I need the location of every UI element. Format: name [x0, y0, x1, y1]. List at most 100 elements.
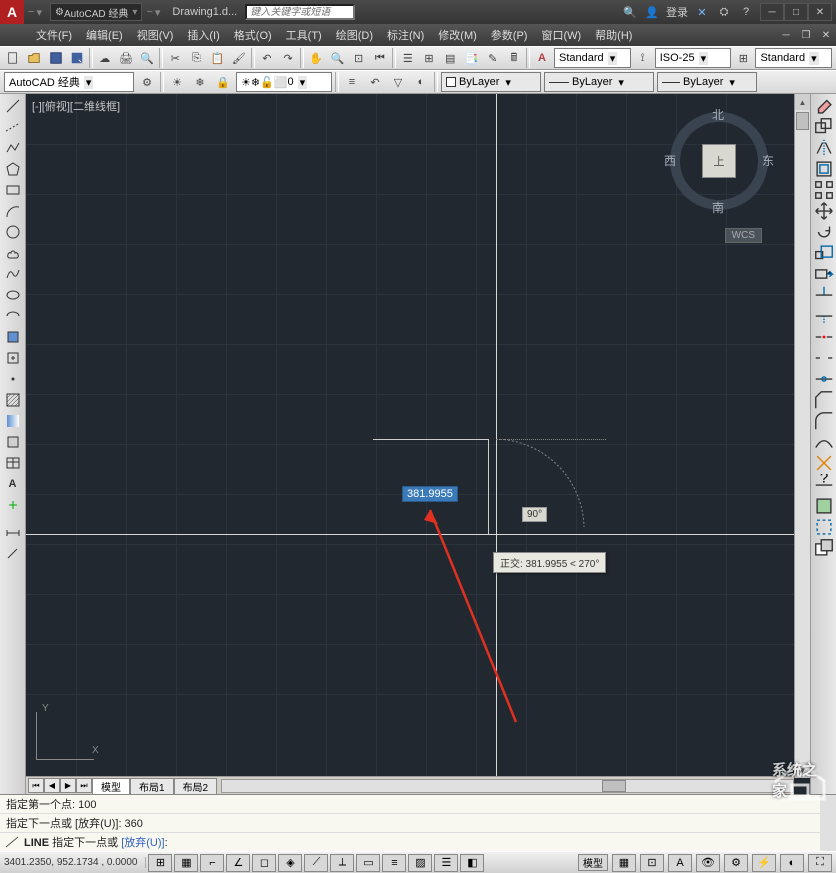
menu-help[interactable]: 帮助(H): [589, 27, 638, 43]
doc-minimize[interactable]: ─: [776, 27, 796, 43]
menu-file[interactable]: 文件(F): [30, 27, 78, 43]
rectangle-tool[interactable]: [2, 180, 24, 200]
revcloud-tool[interactable]: [2, 243, 24, 263]
quickcalc-icon[interactable]: 🖩: [505, 48, 523, 68]
otrack-toggle[interactable]: ⟋: [304, 854, 328, 872]
ws-collapse-icon[interactable]: −: [146, 6, 152, 19]
user-icon[interactable]: 👤: [644, 4, 660, 20]
menu-format[interactable]: 格式(O): [228, 27, 278, 43]
annotation-scale-icon[interactable]: A: [668, 854, 692, 872]
undo-icon[interactable]: ↶: [258, 48, 276, 68]
workspace-gear-icon[interactable]: ⚙: [137, 72, 157, 92]
command-scrollbar[interactable]: [820, 795, 836, 851]
hatch-tool[interactable]: [2, 390, 24, 410]
gradient-tool[interactable]: [2, 411, 24, 431]
doc-restore[interactable]: ❐: [796, 27, 816, 43]
tab-layout2[interactable]: 布局2: [174, 778, 218, 794]
scroll-thumb[interactable]: [796, 112, 809, 130]
grid-toggle[interactable]: ▦: [174, 854, 198, 872]
array-tool[interactable]: [813, 180, 835, 200]
layer-prev-icon[interactable]: ↶: [365, 72, 385, 92]
break-tool[interactable]: [813, 348, 835, 368]
canvas-scrollbar-vertical[interactable]: ▲ ▼: [794, 94, 810, 778]
search-icon[interactable]: 🔍: [622, 4, 638, 20]
app-logo[interactable]: A: [0, 0, 24, 24]
qa-minimize-icon[interactable]: −: [28, 6, 34, 19]
zoom-icon[interactable]: 🔍: [328, 48, 346, 68]
lineweight-selector[interactable]: ByLayer▾: [657, 72, 757, 92]
clean-screen-icon[interactable]: ⛶: [808, 854, 832, 872]
workspace-combo[interactable]: AutoCAD 经典▾: [4, 72, 134, 92]
menu-insert[interactable]: 插入(I): [181, 27, 225, 43]
menu-tools[interactable]: 工具(T): [280, 27, 328, 43]
mtext-tool[interactable]: A: [2, 474, 24, 494]
insert-block-tool[interactable]: [2, 327, 24, 347]
layer-lock-icon[interactable]: 🔒: [213, 72, 233, 92]
ortho-toggle[interactable]: ⌐: [200, 854, 224, 872]
window-minimize[interactable]: ─: [760, 3, 784, 21]
window-maximize[interactable]: □: [784, 3, 808, 21]
cloud-icon[interactable]: ☁: [96, 48, 114, 68]
construction-line-tool[interactable]: [2, 117, 24, 137]
pan-icon[interactable]: ✋: [307, 48, 325, 68]
layer-icon[interactable]: ☀: [167, 72, 187, 92]
make-block-tool[interactable]: [2, 348, 24, 368]
draworder-tool[interactable]: [813, 538, 835, 558]
designcenter-icon[interactable]: ⊞: [420, 48, 438, 68]
fillet-tool[interactable]: [813, 411, 835, 431]
trim-tool[interactable]: [813, 285, 835, 305]
area-tool[interactable]: [813, 496, 835, 516]
menu-modify[interactable]: 修改(M): [432, 27, 483, 43]
scroll-down-icon[interactable]: ▼: [795, 762, 810, 778]
distance-tool[interactable]: ?: [813, 475, 835, 495]
qselect-tool[interactable]: [813, 517, 835, 537]
join-tool[interactable]: [813, 369, 835, 389]
zoom-window-icon[interactable]: ⊡: [349, 48, 367, 68]
command-input[interactable]: LINE 指定下一点或 [放弃(U)]:: [0, 833, 820, 851]
new-icon[interactable]: [4, 48, 22, 68]
sc-toggle[interactable]: ◧: [460, 854, 484, 872]
exchange-icon[interactable]: ✕: [694, 4, 710, 20]
explode-tool[interactable]: [813, 453, 835, 473]
menu-window[interactable]: 窗口(W): [535, 27, 587, 43]
tab-first-icon[interactable]: ⏮: [28, 778, 44, 793]
ellipse-tool[interactable]: [2, 285, 24, 305]
viewport-label[interactable]: [-][俯视][二维线框]: [32, 98, 120, 114]
quickview-drawing-icon[interactable]: ⊡: [640, 854, 664, 872]
osnap-toggle[interactable]: ◻: [252, 854, 276, 872]
tablestyle-icon[interactable]: ⊞: [734, 48, 752, 68]
dimstyle-selector[interactable]: ISO-25▾: [655, 48, 731, 68]
transparency-toggle[interactable]: ▨: [408, 854, 432, 872]
layer-freeze-icon[interactable]: ❄: [190, 72, 210, 92]
dim-aligned-tool[interactable]: [2, 544, 24, 564]
help-search-input[interactable]: [245, 4, 355, 20]
circle-tool[interactable]: [2, 222, 24, 242]
help-icon[interactable]: ?: [738, 4, 754, 20]
menu-edit[interactable]: 编辑(E): [80, 27, 129, 43]
menu-dimension[interactable]: 标注(N): [381, 27, 430, 43]
color-selector[interactable]: ByLayer▾: [441, 72, 541, 92]
region-tool[interactable]: [2, 432, 24, 452]
workspace-switch-icon[interactable]: ⚙: [724, 854, 748, 872]
space-mode[interactable]: 模型: [578, 854, 608, 871]
point-tool[interactable]: [2, 369, 24, 389]
canvas-scrollbar-horizontal[interactable]: [221, 779, 794, 793]
hardware-accel-icon[interactable]: ⚡: [752, 854, 776, 872]
workspace-selector[interactable]: ⚙ AutoCAD 经典 ▾: [50, 3, 142, 21]
spline-tool[interactable]: [2, 264, 24, 284]
viewcube[interactable]: 上 北 南 东 西: [664, 106, 774, 216]
login-link[interactable]: 登录: [666, 4, 688, 20]
viewcube-top-face[interactable]: 上: [702, 144, 736, 178]
3dosnap-toggle[interactable]: ◈: [278, 854, 302, 872]
ws-dropdown-icon[interactable]: ▾: [155, 6, 161, 19]
doc-close[interactable]: ✕: [816, 27, 836, 43]
layer-states-icon[interactable]: ≡: [342, 72, 362, 92]
open-icon[interactable]: [25, 48, 43, 68]
lwt-toggle[interactable]: ≡: [382, 854, 406, 872]
move-tool[interactable]: [813, 201, 835, 221]
drawing-canvas[interactable]: [-][俯视][二维线框] 381.9955 90° 正交: 381.9955 …: [26, 94, 810, 794]
tab-last-icon[interactable]: ⏭: [76, 778, 92, 793]
saveas-icon[interactable]: [68, 48, 86, 68]
sheetset-icon[interactable]: 📑: [462, 48, 480, 68]
ellipse-arc-tool[interactable]: [2, 306, 24, 326]
